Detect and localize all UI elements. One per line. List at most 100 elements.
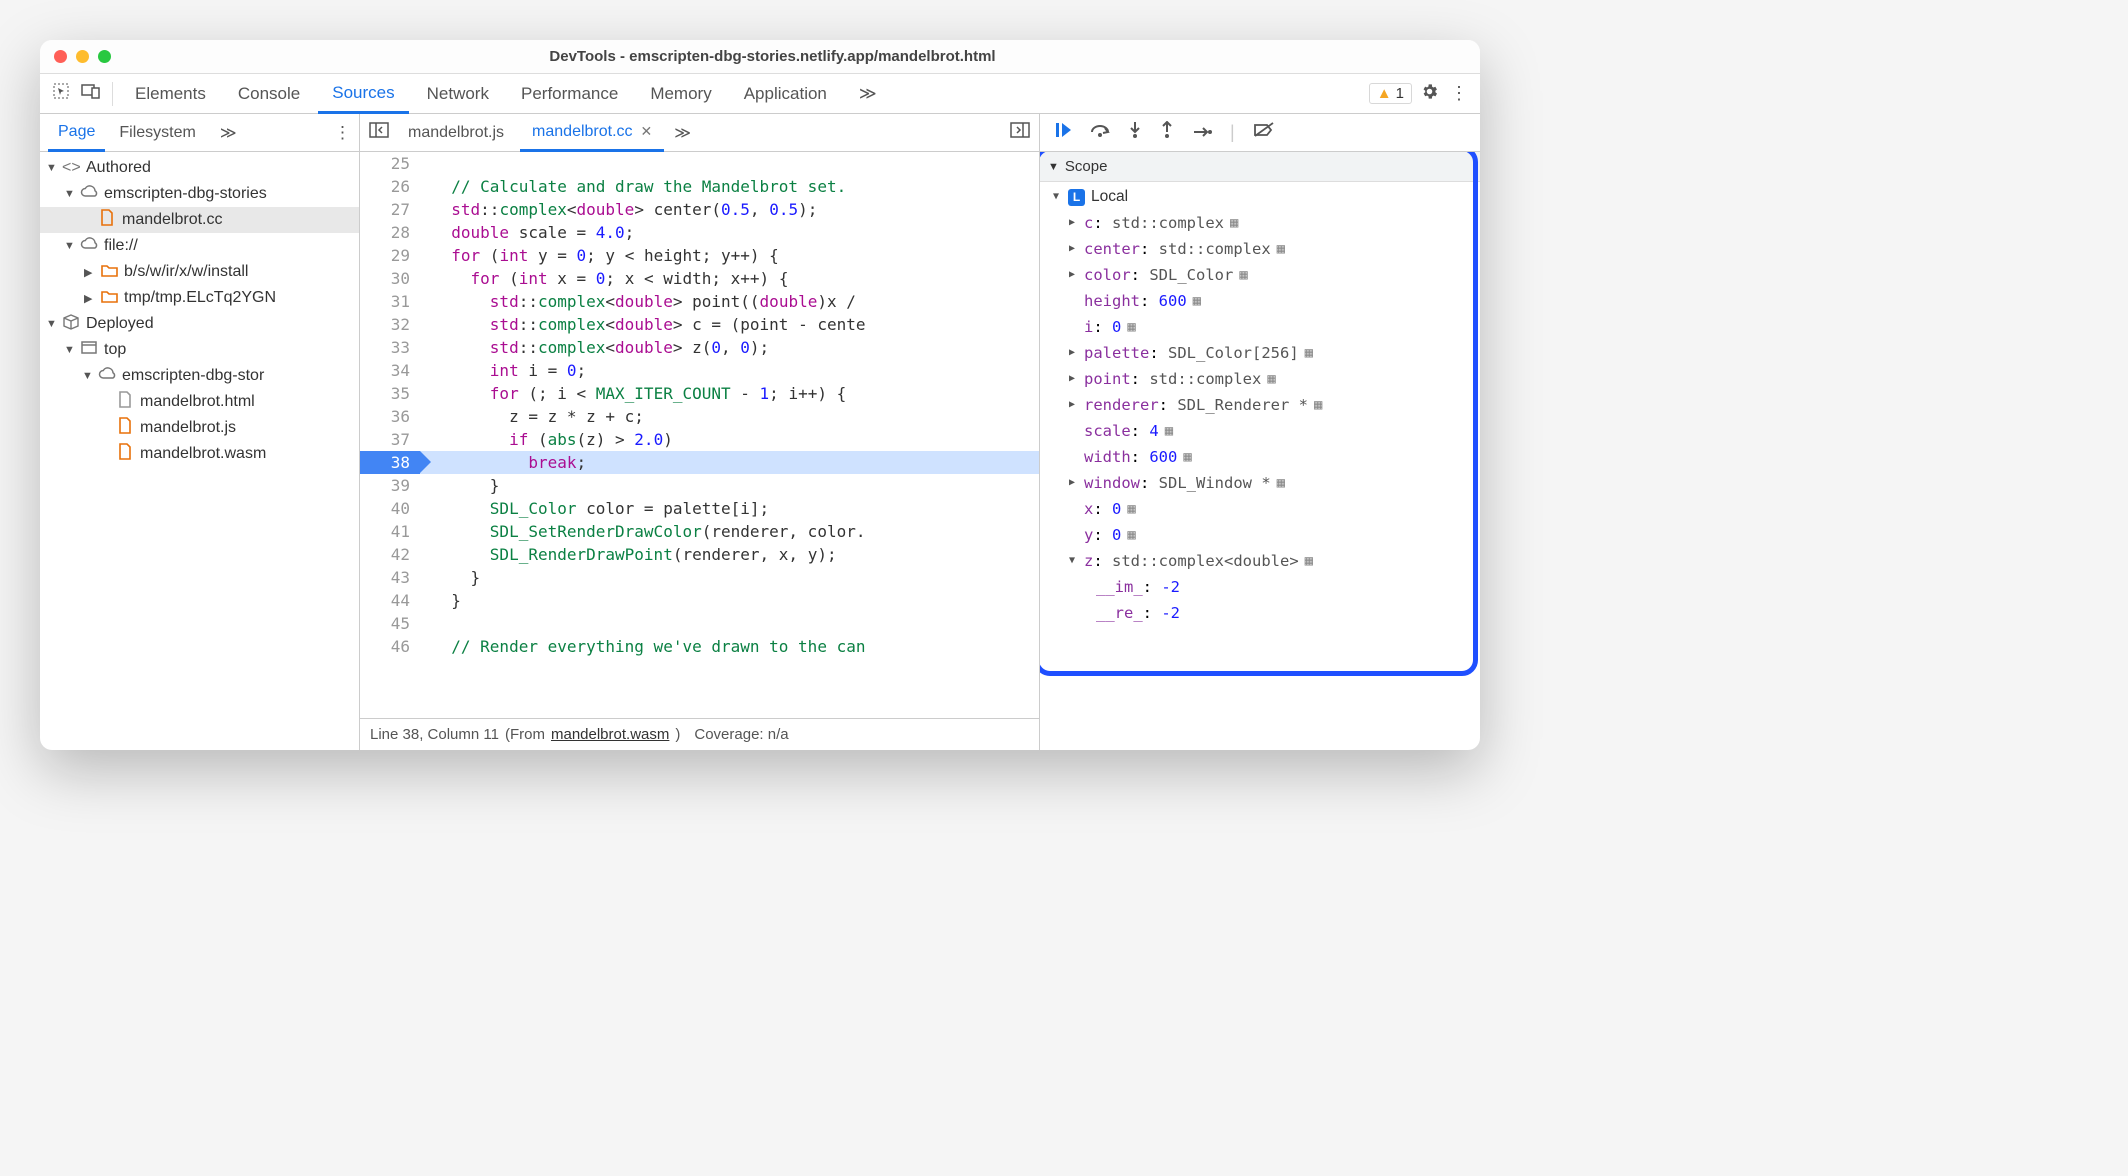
code-editor[interactable]: 2526272829303132333435363738394041424344… [360, 152, 1039, 718]
line-number[interactable]: 35 [360, 382, 410, 405]
scope-var-y[interactable]: y: 0▦ [1048, 522, 1472, 548]
step-into-icon[interactable] [1128, 121, 1142, 144]
line-number[interactable]: 28 [360, 221, 410, 244]
line-number[interactable]: 25 [360, 152, 410, 175]
scope-local-header[interactable]: ▼ L Local [1048, 184, 1472, 210]
zoom-window-button[interactable] [98, 50, 111, 63]
code-line[interactable]: std::complex<double> center(0.5, 0.5); [420, 198, 1039, 221]
tab-elements[interactable]: Elements [121, 74, 220, 113]
more-icon[interactable]: ⋮ [1446, 83, 1472, 104]
filetab-mandelbrot-cc[interactable]: mandelbrot.cc ✕ [520, 115, 664, 152]
close-icon[interactable]: ✕ [641, 123, 653, 140]
tree-file-wasm[interactable]: mandelbrot.wasm [40, 441, 359, 467]
line-number[interactable]: 32 [360, 313, 410, 336]
memory-icon[interactable]: ▦ [1314, 392, 1322, 418]
scope-var-center[interactable]: ▶center: std::complex▦ [1048, 236, 1472, 262]
code-line[interactable]: // Calculate and draw the Mandelbrot set… [420, 175, 1039, 198]
tab-sources[interactable]: Sources [318, 75, 408, 114]
source-from-link[interactable]: mandelbrot.wasm [551, 726, 669, 743]
code-line[interactable]: for (int y = 0; y < height; y++) { [420, 244, 1039, 267]
scope-var-palette[interactable]: ▶palette: SDL_Color[256]▦ [1048, 340, 1472, 366]
code-line[interactable]: z = z * z + c; [420, 405, 1039, 428]
code-line[interactable] [420, 152, 1039, 175]
tab-network[interactable]: Network [413, 74, 503, 113]
scope-var-window[interactable]: ▶window: SDL_Window *▦ [1048, 470, 1472, 496]
resume-icon[interactable] [1054, 121, 1072, 144]
line-number[interactable]: 41 [360, 520, 410, 543]
device-toggle-icon[interactable] [78, 83, 104, 104]
tree-file-mandelbrot-cc[interactable]: mandelbrot.cc [40, 207, 359, 233]
code-line[interactable]: // Render everything we've drawn to the … [420, 635, 1039, 658]
code-line[interactable]: for (; i < MAX_ITER_COUNT - 1; i++) { [420, 382, 1039, 405]
line-number[interactable]: 40 [360, 497, 410, 520]
tabs-overflow[interactable]: ≫ [845, 74, 891, 113]
memory-icon[interactable]: ▦ [1183, 444, 1191, 470]
tree-domain-authored[interactable]: ▼ emscripten-dbg-stories [40, 181, 359, 207]
memory-icon[interactable]: ▦ [1193, 288, 1201, 314]
code-line[interactable]: std::complex<double> z(0, 0); [420, 336, 1039, 359]
memory-icon[interactable]: ▦ [1267, 366, 1275, 392]
tree-folder-tmp[interactable]: ▶ tmp/tmp.ELcTq2YGN [40, 285, 359, 311]
filetabs-overflow[interactable]: ≫ [668, 114, 697, 151]
code-line[interactable]: for (int x = 0; x < width; x++) { [420, 267, 1039, 290]
tree-file-js[interactable]: mandelbrot.js [40, 415, 359, 441]
scope-var-color[interactable]: ▶color: SDL_Color▦ [1048, 262, 1472, 288]
code-line[interactable]: int i = 0; [420, 359, 1039, 382]
scope-var-scale[interactable]: scale: 4▦ [1048, 418, 1472, 444]
line-number[interactable]: 34 [360, 359, 410, 382]
scope-var-z-im[interactable]: __im_: -2 [1048, 574, 1472, 600]
code-line[interactable]: std::complex<double> c = (point - cente [420, 313, 1039, 336]
memory-icon[interactable]: ▦ [1127, 496, 1135, 522]
memory-icon[interactable]: ▦ [1305, 548, 1313, 574]
code-line[interactable]: std::complex<double> point((double)x / [420, 290, 1039, 313]
line-number[interactable]: 31 [360, 290, 410, 313]
line-gutter[interactable]: 2526272829303132333435363738394041424344… [360, 152, 420, 718]
memory-icon[interactable]: ▦ [1127, 522, 1135, 548]
navigator-tab-page[interactable]: Page [48, 115, 105, 152]
line-number[interactable]: 46 [360, 635, 410, 658]
memory-icon[interactable]: ▦ [1230, 210, 1238, 236]
tree-domain-deployed[interactable]: ▼ emscripten-dbg-stor [40, 363, 359, 389]
code-line[interactable] [420, 612, 1039, 635]
scope-var-x[interactable]: x: 0▦ [1048, 496, 1472, 522]
tree-group-authored[interactable]: ▼ <> Authored [40, 155, 359, 181]
code-line[interactable]: double scale = 4.0; [420, 221, 1039, 244]
tree-group-deployed[interactable]: ▼ Deployed [40, 311, 359, 337]
code-line[interactable]: SDL_RenderDrawPoint(renderer, x, y); [420, 543, 1039, 566]
toggle-navigator-icon[interactable] [366, 122, 392, 143]
code-content[interactable]: // Calculate and draw the Mandelbrot set… [420, 152, 1039, 718]
line-number[interactable]: 43 [360, 566, 410, 589]
tab-memory[interactable]: Memory [636, 74, 725, 113]
inspect-icon[interactable] [48, 82, 74, 105]
filetab-mandelbrot-js[interactable]: mandelbrot.js [396, 114, 516, 151]
code-line[interactable]: break; [420, 451, 1039, 474]
scope-var-renderer[interactable]: ▶renderer: SDL_Renderer *▦ [1048, 392, 1472, 418]
navigator-tabs-overflow[interactable]: ≫ [210, 114, 247, 151]
navigator-tab-filesystem[interactable]: Filesystem [109, 114, 205, 151]
memory-icon[interactable]: ▦ [1239, 262, 1247, 288]
line-number[interactable]: 39 [360, 474, 410, 497]
line-number[interactable]: 45 [360, 612, 410, 635]
line-number[interactable]: 26 [360, 175, 410, 198]
scope-var-z[interactable]: ▼ z: std::complex<double> ▦ [1048, 548, 1472, 574]
code-line[interactable]: SDL_SetRenderDrawColor(renderer, color. [420, 520, 1039, 543]
line-number[interactable]: 30 [360, 267, 410, 290]
settings-icon[interactable] [1416, 82, 1442, 106]
tree-folder-install[interactable]: ▶ b/s/w/ir/x/w/install [40, 259, 359, 285]
memory-icon[interactable]: ▦ [1127, 314, 1135, 340]
step-icon[interactable] [1192, 122, 1212, 143]
step-over-icon[interactable] [1090, 122, 1110, 143]
scope-var-height[interactable]: height: 600▦ [1048, 288, 1472, 314]
issues-badge[interactable]: ▲ 1 [1369, 83, 1412, 104]
deactivate-breakpoints-icon[interactable] [1253, 122, 1275, 143]
memory-icon[interactable]: ▦ [1305, 340, 1313, 366]
memory-icon[interactable]: ▦ [1165, 418, 1173, 444]
tree-file-html[interactable]: mandelbrot.html [40, 389, 359, 415]
toggle-debugger-icon[interactable] [1007, 122, 1033, 143]
line-number[interactable]: 29 [360, 244, 410, 267]
tab-performance[interactable]: Performance [507, 74, 632, 113]
close-window-button[interactable] [54, 50, 67, 63]
line-number[interactable]: 42 [360, 543, 410, 566]
scope-var-width[interactable]: width: 600▦ [1048, 444, 1472, 470]
scope-var-z-re[interactable]: __re_: -2 [1048, 600, 1472, 626]
